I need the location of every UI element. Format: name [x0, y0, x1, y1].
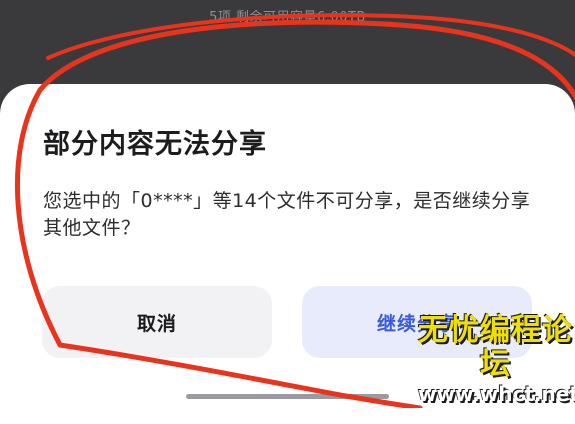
cancel-button[interactable]: 取消	[42, 286, 272, 358]
home-indicator	[186, 394, 389, 399]
dialog-message: 您选中的「0****」等14个文件不可分享，是否继续分享其他文件？	[43, 190, 531, 239]
storage-status-text: 5项 剩余可用容量6.00TB	[209, 10, 366, 25]
dialog-title: 部分内容无法分享	[43, 129, 267, 160]
share-warning-dialog: 部分内容无法分享 您选中的「0****」等14个文件不可分享，是否继续分享其他文…	[0, 84, 575, 424]
continue-share-button[interactable]: 继续分享	[302, 286, 532, 358]
